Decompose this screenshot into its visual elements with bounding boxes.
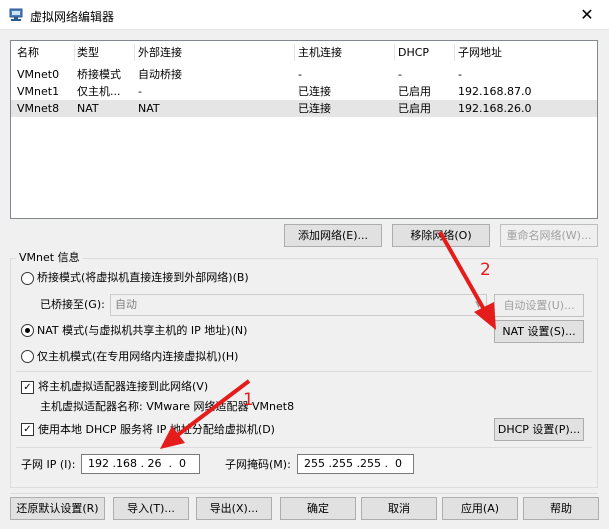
cell-dhcp: 已启用 xyxy=(398,85,431,98)
table-row-vmnet0[interactable]: VMnet0 桥接模式 自动桥接 - - - xyxy=(11,66,597,83)
cell-external: - xyxy=(138,85,142,98)
use-dhcp-label: 使用本地 DHCP 服务将 IP 地址分配给虚拟机(D) xyxy=(38,423,275,436)
network-editor-icon xyxy=(9,8,23,21)
subnet-mask-input[interactable]: 255 .255 .255 . 0 xyxy=(297,454,414,474)
title-bar: 虚拟网络编辑器 ✕ xyxy=(0,0,609,30)
column-separator[interactable] xyxy=(454,44,455,61)
nat-mode-label: NAT 模式(与虚拟机共享主机的 IP 地址)(N) xyxy=(37,324,248,337)
subnet-ip-input[interactable]: 192 .168 . 26 . 0 xyxy=(81,454,200,474)
subnet-mask-label: 子网掩码(M): xyxy=(225,458,291,471)
table-row-vmnet8[interactable]: VMnet8 NAT NAT 已连接 已启用 192.168.26.0 xyxy=(11,100,597,117)
cell-name: VMnet1 xyxy=(17,85,60,98)
host-only-label: 仅主机模式(在专用网络内连接虚拟机)(H) xyxy=(37,350,239,363)
dhcp-settings-button[interactable]: DHCP 设置(P)... xyxy=(494,418,584,441)
annotation-marker-2: 2 xyxy=(480,260,491,280)
column-header-type[interactable]: 类型 xyxy=(77,44,132,61)
cell-subnet: 192.168.87.0 xyxy=(458,85,532,98)
cell-host: 已连接 xyxy=(298,102,331,115)
add-network-button[interactable]: 添加网络(E)... xyxy=(284,224,382,247)
export-button[interactable]: 导出(X)... xyxy=(196,497,272,520)
cell-type: 仅主机... xyxy=(77,85,121,98)
subnet-ip-label: 子网 IP (I): xyxy=(21,458,76,471)
column-separator[interactable] xyxy=(74,44,75,61)
cell-subnet: - xyxy=(458,68,462,81)
connect-adapter-label: 将主机虚拟适配器连接到此网络(V) xyxy=(38,380,209,393)
cell-external: 自动桥接 xyxy=(138,68,182,81)
nat-settings-button[interactable]: NAT 设置(S)... xyxy=(494,320,584,343)
column-header-dhcp[interactable]: DHCP xyxy=(398,44,453,61)
column-separator[interactable] xyxy=(294,44,295,61)
annotation-marker-1: 1 xyxy=(243,390,254,410)
auto-settings-button[interactable]: 自动设置(U)... xyxy=(494,294,584,317)
bridge-mode-label: 桥接模式(将虚拟机直接连接到外部网络)(B) xyxy=(37,271,249,284)
cell-host: - xyxy=(298,68,302,81)
host-only-radio[interactable] xyxy=(21,350,34,363)
column-separator[interactable] xyxy=(394,44,395,61)
column-header-external[interactable]: 外部连接 xyxy=(138,44,293,61)
help-button[interactable]: 帮助 xyxy=(523,497,599,520)
restore-defaults-button[interactable]: 还原默认设置(R) xyxy=(10,497,105,520)
ok-button[interactable]: 确定 xyxy=(280,497,356,520)
divider xyxy=(16,447,592,448)
apply-button[interactable]: 应用(A) xyxy=(442,497,518,520)
cell-type: 桥接模式 xyxy=(77,68,121,81)
column-header-host[interactable]: 主机连接 xyxy=(298,44,393,61)
remove-network-button[interactable]: 移除网络(O) xyxy=(392,224,490,247)
chevron-down-icon: ▼ xyxy=(475,300,482,310)
connect-adapter-checkbox[interactable]: ✓ xyxy=(21,381,34,394)
column-header-subnet[interactable]: 子网地址 xyxy=(458,44,593,61)
bridged-to-value: 自动 xyxy=(115,298,137,311)
cell-name: VMnet0 xyxy=(17,68,60,81)
divider xyxy=(16,371,592,372)
table-row-vmnet1[interactable]: VMnet1 仅主机... - 已连接 已启用 192.168.87.0 xyxy=(11,83,597,100)
bridged-to-select[interactable]: 自动 ▼ xyxy=(110,294,487,316)
rename-network-button[interactable]: 重命名网络(W)... xyxy=(500,224,598,247)
vmnet-info-title: VMnet 信息 xyxy=(16,251,83,265)
footer-divider xyxy=(10,493,598,494)
cancel-button[interactable]: 取消 xyxy=(361,497,437,520)
cell-dhcp: 已启用 xyxy=(398,102,431,115)
cell-dhcp: - xyxy=(398,68,402,81)
cell-type: NAT xyxy=(77,102,99,115)
column-header-name[interactable]: 名称 xyxy=(17,44,71,61)
use-dhcp-checkbox[interactable]: ✓ xyxy=(21,423,34,436)
cell-host: 已连接 xyxy=(298,85,331,98)
nat-mode-radio[interactable] xyxy=(21,324,34,337)
network-table: 名称 类型 外部连接 主机连接 DHCP 子网地址 VMnet0 桥接模式 自动… xyxy=(10,40,598,219)
table-header: 名称 类型 外部连接 主机连接 DHCP 子网地址 xyxy=(11,44,597,61)
cell-subnet: 192.168.26.0 xyxy=(458,102,532,115)
radio-selected-dot xyxy=(25,328,30,333)
column-separator[interactable] xyxy=(134,44,135,61)
close-icon[interactable]: ✕ xyxy=(565,0,609,30)
bridge-mode-radio[interactable] xyxy=(21,272,34,285)
cell-external: NAT xyxy=(138,102,160,115)
import-button[interactable]: 导入(T)... xyxy=(113,497,189,520)
cell-name: VMnet8 xyxy=(17,102,60,115)
window-title: 虚拟网络编辑器 xyxy=(30,10,115,24)
bridged-to-label: 已桥接至(G): xyxy=(40,298,105,311)
adapter-name-label: 主机虚拟适配器名称: VMware 网络适配器 VMnet8 xyxy=(40,400,295,413)
